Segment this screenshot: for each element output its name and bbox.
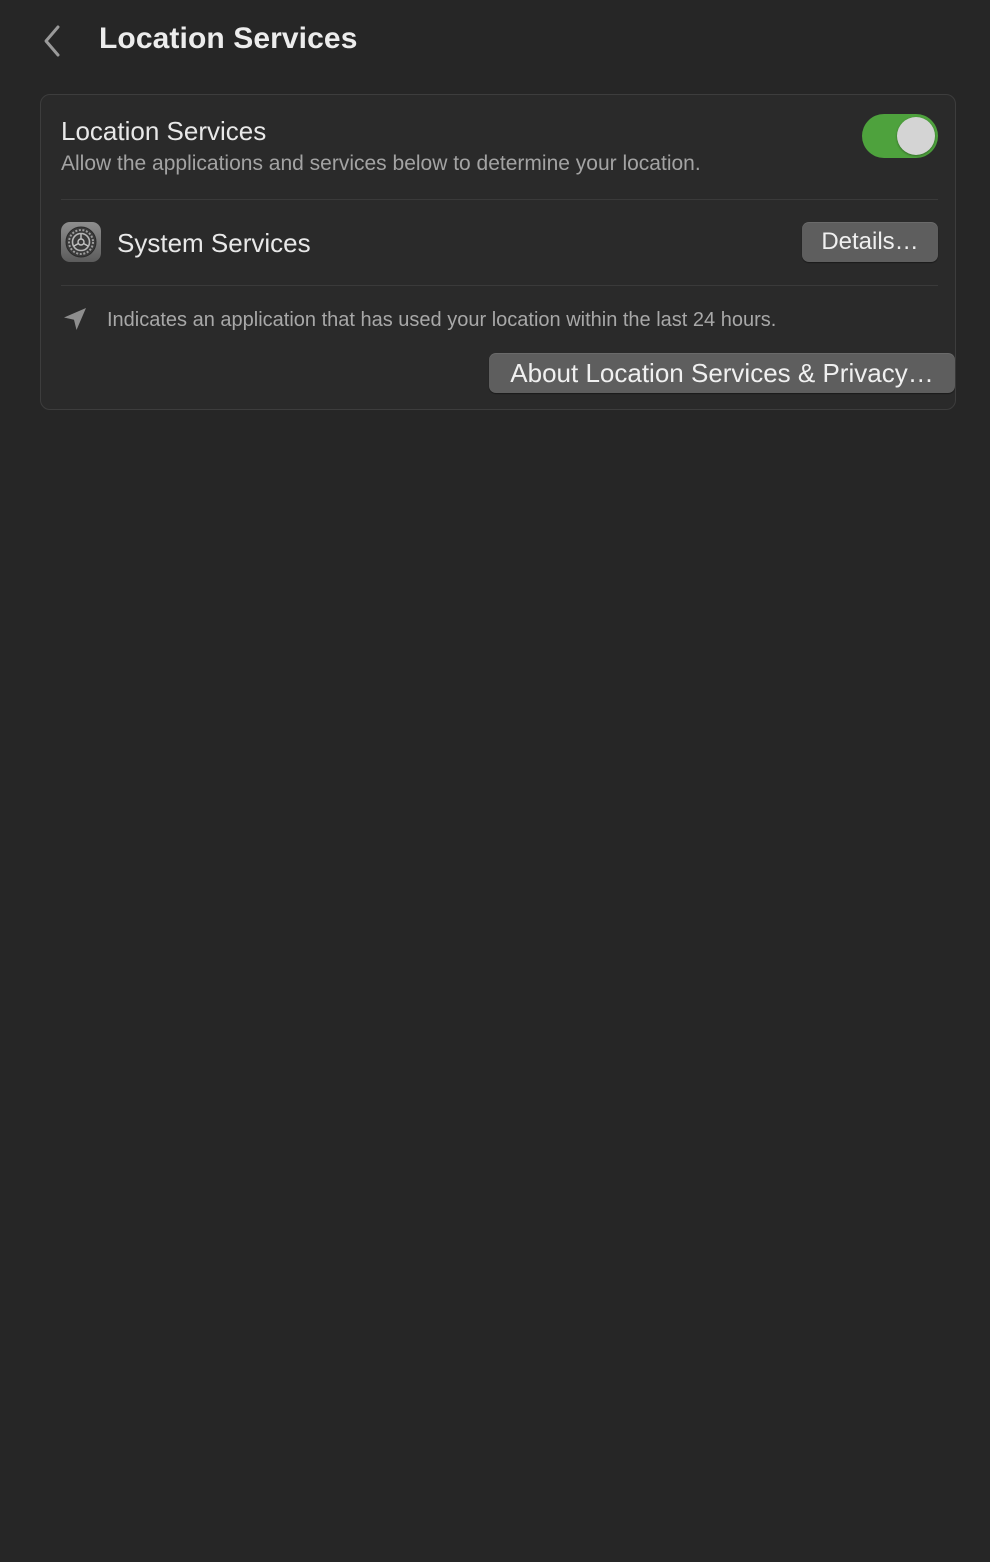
location-services-description: Allow the applications and services belo…	[61, 152, 701, 175]
location-services-toggle[interactable]	[862, 114, 938, 158]
back-button[interactable]	[34, 20, 70, 62]
toggle-knob	[897, 117, 935, 155]
details-button[interactable]: Details…	[802, 222, 938, 262]
system-services-row: System Services Details…	[61, 200, 938, 286]
system-services-label: System Services	[117, 228, 311, 258]
system-settings-gear-icon	[61, 222, 101, 262]
location-usage-note-text: Indicates an application that has used y…	[107, 309, 777, 331]
about-location-services-privacy-button[interactable]: About Location Services & Privacy…	[489, 353, 955, 393]
location-arrow-icon	[64, 308, 86, 330]
chevron-left-icon	[44, 25, 60, 57]
header: Location Services	[0, 0, 990, 84]
location-services-label: Location Services	[61, 116, 267, 146]
location-services-card: Location Services Allow the applications…	[40, 94, 956, 410]
page-title: Location Services	[99, 22, 358, 55]
location-services-row: Location Services Allow the applications…	[61, 95, 938, 200]
location-usage-note: Indicates an application that has used y…	[61, 301, 938, 341]
